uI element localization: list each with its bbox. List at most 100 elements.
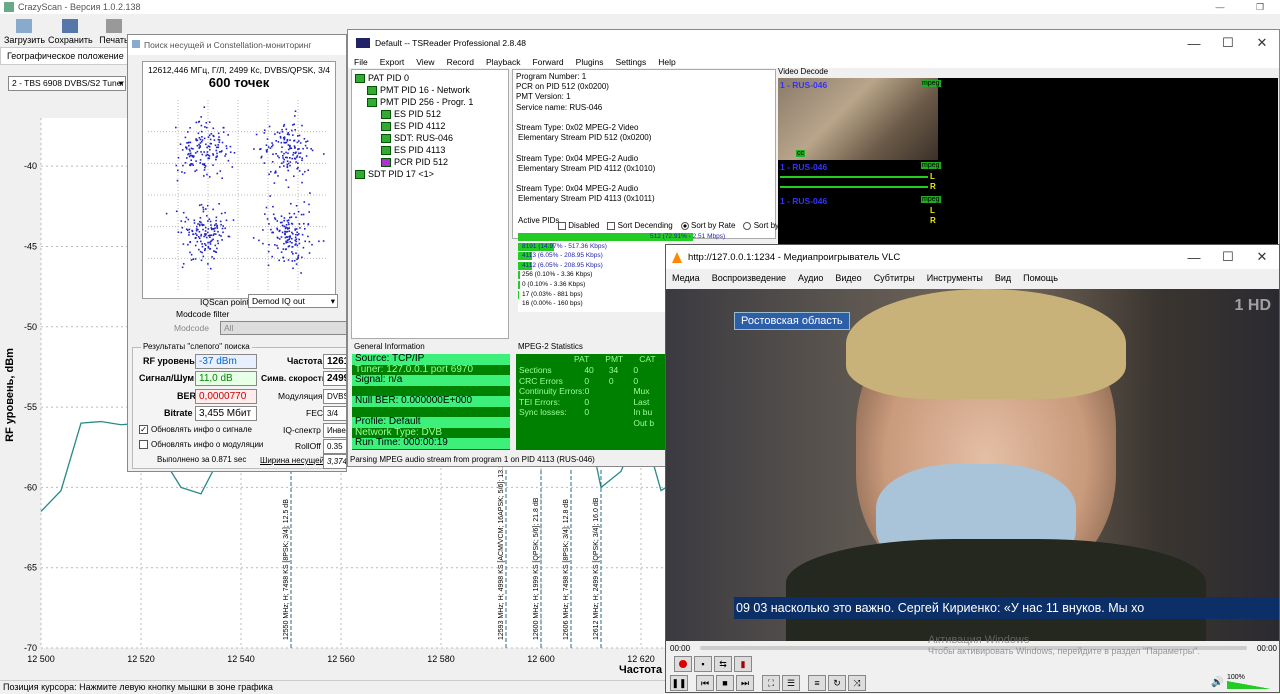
update-signal-checkbox[interactable]: ✓ Обновлять инфо о сигнале xyxy=(139,425,252,434)
menu-audio[interactable]: Аудио xyxy=(792,273,829,283)
constellation-point xyxy=(195,236,197,239)
close-icon[interactable]: ✕ xyxy=(1245,245,1279,269)
record-button[interactable] xyxy=(674,656,692,672)
constellation-info: 12612,446 МГц, Г/Л, 2499 Кс, DVBS/QPSK, … xyxy=(148,65,330,75)
tree-item[interactable]: ES PID 4113 xyxy=(355,144,505,156)
tree-item[interactable]: ES PID 512 xyxy=(355,108,505,120)
fullscreen-button[interactable]: ⛶ xyxy=(762,675,780,691)
tree-item[interactable]: SDT PID 17 <1> xyxy=(355,168,505,180)
next-button[interactable]: ⏭ xyxy=(736,675,754,691)
pid-rate-label: 0 (0.10% - 3.36 Kbps) xyxy=(522,280,586,288)
channel-r-label: R xyxy=(930,216,936,225)
pid-row[interactable]: 4113 (6.05% - 208.95 Kbps) xyxy=(518,251,668,261)
tree-item[interactable]: PMT PID 16 - Network xyxy=(355,84,505,96)
tree-item[interactable]: ES PID 4112 xyxy=(355,120,505,132)
mpeg-stats-cell: 0 xyxy=(584,386,590,396)
tsreader-app-icon xyxy=(356,38,370,48)
minimize-icon[interactable]: — xyxy=(1177,30,1211,58)
constellation-point xyxy=(294,129,296,131)
sort-descending-checkbox[interactable]: Sort Decending xyxy=(607,221,673,230)
sort-by-rate-radio[interactable]: Sort by Rate xyxy=(680,221,735,230)
constellation-point xyxy=(282,248,285,250)
minimize-icon[interactable]: — xyxy=(1177,245,1211,269)
constellation-point xyxy=(295,263,298,265)
playlist-button[interactable]: ≡ xyxy=(808,675,826,691)
constellation-point xyxy=(182,211,185,214)
maximize-icon[interactable]: ☐ xyxy=(1211,30,1245,58)
play-button[interactable]: ❚❚ xyxy=(670,675,688,691)
menu-help[interactable]: Помощь xyxy=(1017,273,1064,283)
constellation-point xyxy=(271,161,274,163)
constellation-point xyxy=(276,131,279,134)
menu-help[interactable]: Help xyxy=(652,57,681,67)
previous-button[interactable]: ⏮ xyxy=(696,675,714,691)
constellation-point xyxy=(303,222,305,225)
constellation-point xyxy=(287,228,289,230)
maximize-icon[interactable]: ☐ xyxy=(1211,245,1245,269)
pid-row[interactable]: 8191 (14.97% - 517.36 Kbps) xyxy=(518,242,668,252)
constellation-point xyxy=(255,133,258,136)
constellation-point xyxy=(207,145,210,147)
detail-line xyxy=(516,143,772,153)
menu-playback[interactable]: Воспроизведение xyxy=(706,273,792,283)
volume-value: 100% xyxy=(1227,674,1245,681)
mpeg-stats-cell xyxy=(609,407,634,418)
constellation-point xyxy=(270,170,272,173)
snr-value: 11,0 dB xyxy=(195,371,257,386)
vlc-controls-row1: ▪ ⇆ ▮ xyxy=(674,656,752,672)
constellation-point xyxy=(285,128,288,131)
tree-item[interactable]: PCR PID 512 xyxy=(355,156,505,168)
close-icon[interactable]: ✕ xyxy=(1245,30,1279,58)
constellation-point xyxy=(207,228,210,230)
snapshot-button[interactable]: ▪ xyxy=(694,656,712,672)
menu-playback[interactable]: Playback xyxy=(480,57,527,67)
constellation-point xyxy=(209,267,212,270)
constellation-point xyxy=(183,172,186,174)
audio-wave-r xyxy=(780,186,928,188)
vlc-video-area[interactable]: Ростовская область 1 HD 09 03 насколько … xyxy=(666,289,1279,641)
loop-button[interactable]: ↻ xyxy=(828,675,846,691)
volume-control[interactable]: 🔊 100% xyxy=(1211,674,1273,690)
menu-view[interactable]: Вид xyxy=(989,273,1017,283)
shuffle-button[interactable]: ⤨ xyxy=(848,675,866,691)
loop-ab-button[interactable]: ⇆ xyxy=(714,656,732,672)
menu-tools[interactable]: Инструменты xyxy=(921,273,989,283)
constellation-point xyxy=(278,259,280,262)
iqscan-select[interactable]: Demod IQ out ▾ xyxy=(248,294,338,308)
constellation-point xyxy=(279,137,282,139)
frame-step-button[interactable]: ▮ xyxy=(734,656,752,672)
update-modulation-checkbox[interactable]: Обновлять инфо о модуляции xyxy=(139,440,263,449)
stop-button[interactable]: ■ xyxy=(716,675,734,691)
volume-slider[interactable] xyxy=(1227,681,1271,689)
disabled-checkbox[interactable]: Disabled xyxy=(558,221,599,230)
constellation-point xyxy=(299,152,302,154)
menu-subtitles[interactable]: Субтитры xyxy=(868,273,921,283)
cc-badge: cc xyxy=(796,150,805,157)
menu-forward[interactable]: Forward xyxy=(526,57,569,67)
video-jacket xyxy=(786,539,1206,641)
menu-export[interactable]: Export xyxy=(374,57,411,67)
constellation-point xyxy=(196,144,199,147)
menu-plugins[interactable]: Plugins xyxy=(570,57,610,67)
pid-row[interactable]: 4112 (6.05% - 208.95 Kbps) xyxy=(518,261,668,271)
pid-row[interactable]: 0 (0.10% - 3.36 Kbps) xyxy=(518,280,668,290)
menu-view[interactable]: View xyxy=(410,57,440,67)
menu-media[interactable]: Медиа xyxy=(666,273,706,283)
constellation-point xyxy=(182,164,184,167)
menu-file[interactable]: File xyxy=(348,57,374,67)
pid-row[interactable]: 17 (0.03% - 881 bps) xyxy=(518,290,668,300)
tree-item[interactable]: PAT PID 0 xyxy=(355,72,505,84)
constellation-point xyxy=(205,122,208,124)
pid-row[interactable]: 256 (0.10% - 3.36 Kbps) xyxy=(518,270,668,280)
extended-settings-button[interactable]: ☰ xyxy=(782,675,800,691)
constellation-point xyxy=(232,219,235,221)
menu-record[interactable]: Record xyxy=(441,57,480,67)
pid-row[interactable]: 512 (72.91% - 2.51 Mbps) xyxy=(518,232,725,242)
modcode-select[interactable]: All xyxy=(220,321,346,335)
pid-row[interactable]: 16 (0.00% - 160 bps) xyxy=(518,299,668,309)
tree-item[interactable]: SDT: RUS-046 xyxy=(355,132,505,144)
mpeg-stats-cell: Out b xyxy=(633,417,655,428)
tree-item[interactable]: PMT PID 256 - Progr. 1 xyxy=(355,96,505,108)
menu-settings[interactable]: Settings xyxy=(610,57,653,67)
menu-video[interactable]: Видео xyxy=(829,273,867,283)
